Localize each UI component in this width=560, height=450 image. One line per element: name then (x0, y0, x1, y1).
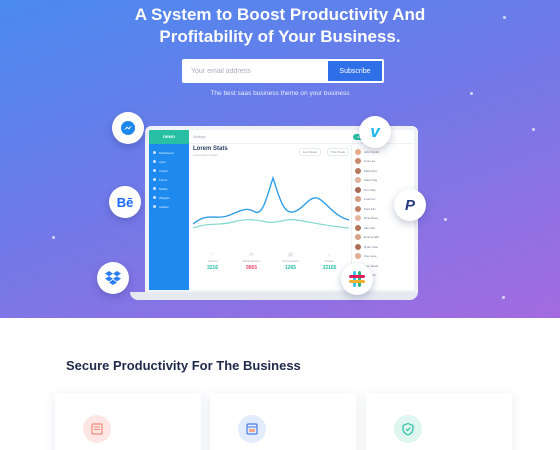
dashboard-mockup: DEMO Dashboard Apps Charts Forms Tables … (145, 126, 418, 294)
shield-icon (394, 415, 422, 443)
contact-row: Emma Hall (355, 233, 411, 243)
legend-item: This Week (326, 148, 349, 156)
browser-icon (238, 415, 266, 443)
sidebar-item: Apps (149, 157, 189, 166)
email-input[interactable] (184, 61, 328, 81)
vimeo-icon: v (359, 116, 391, 148)
stats-panel: Lorem Stats Lorem ipsum dolor Last Week … (193, 146, 349, 290)
hero-tagline: The best saas business theme on your bus… (210, 90, 350, 97)
feature-card (55, 393, 201, 450)
document-icon (83, 415, 111, 443)
mail-icon: ✉ (249, 252, 254, 258)
contact-row: Zoe Lane (355, 252, 411, 262)
sidebar-item: Charts (149, 166, 189, 175)
sidebar-item: Forms (149, 175, 189, 184)
app-logo: DEMO (149, 130, 189, 144)
contact-row: Ana Lee (355, 157, 411, 167)
hero-title: A System to Boost Productivity And Profi… (134, 5, 426, 46)
hero-section: A System to Boost Productivity And Profi… (0, 0, 560, 318)
kpi-row: ◔ Visitors 3216 ✉ Subscriptions 9865 ▤ C… (193, 252, 349, 271)
stats-line-chart (193, 175, 349, 229)
kpi-item: ✉ Subscriptions 9865 (232, 252, 271, 271)
laptop-base (130, 292, 418, 300)
legend-item: Last Week (298, 148, 321, 156)
sidebar-item: Utilities (149, 202, 189, 211)
subscribe-button[interactable]: Subscribe (328, 61, 382, 81)
subscribe-form: Subscribe (182, 59, 384, 83)
contact-row: John Smith (355, 147, 411, 157)
messenger-icon (112, 112, 144, 144)
feature-card (210, 393, 356, 450)
app-sidebar: DEMO Dashboard Apps Charts Forms Tables … (149, 130, 189, 290)
sidebar-item: Widgets (149, 193, 189, 202)
kpi-item: ▤ Conversions 1265 (271, 252, 310, 271)
slack-icon (341, 263, 373, 295)
stats-legend: Last Week This Week (298, 148, 349, 156)
sidebar-item: Dashboard (149, 148, 189, 157)
chart-icon: ▤ (288, 252, 293, 258)
dropbox-icon (97, 262, 129, 294)
feature-card (366, 393, 512, 450)
kpi-item: ⌂ Orders 32165 (310, 252, 349, 271)
contact-row: Ryan Cole (355, 242, 411, 252)
contact-row: Alex Wu (355, 223, 411, 233)
behance-icon: Bē (109, 186, 141, 218)
cart-icon: ⌂ (327, 252, 332, 258)
contact-row: Mark Doe (355, 166, 411, 176)
contact-row: Sara King (355, 176, 411, 186)
section-title: Secure Productivity For The Business (66, 358, 301, 373)
user-icon: ◔ (210, 252, 215, 258)
kpi-item: ◔ Visitors 3216 (193, 252, 232, 271)
app-search-label: Activity (193, 134, 206, 139)
sidebar-item: Tables (149, 184, 189, 193)
paypal-icon: P (394, 189, 426, 221)
